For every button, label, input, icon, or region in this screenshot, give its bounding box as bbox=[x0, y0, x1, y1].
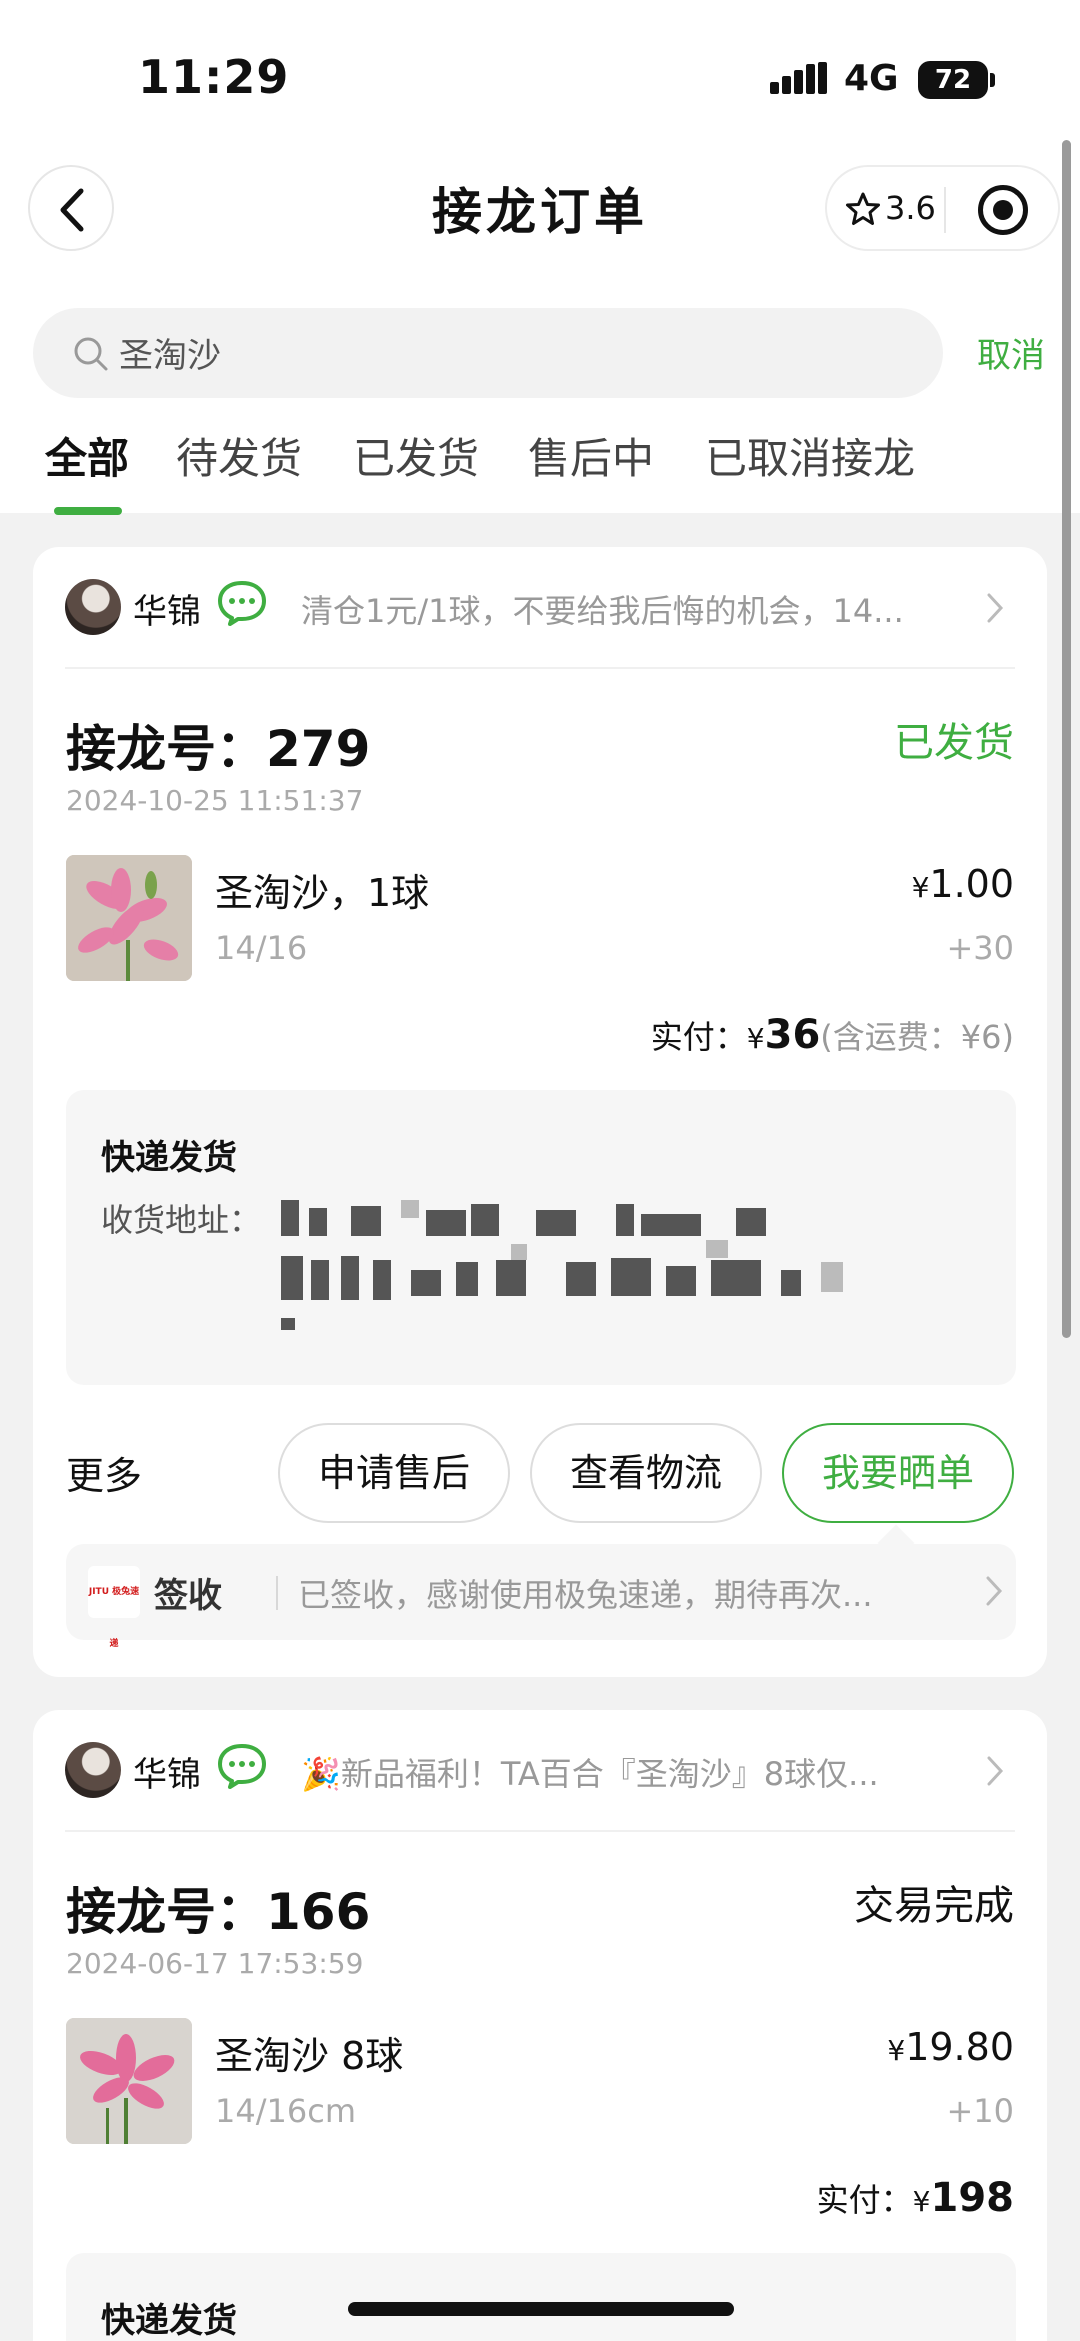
order-number-label: 接龙号： bbox=[66, 720, 266, 778]
product-spec: 14/16cm bbox=[215, 2092, 356, 2130]
product-price: ¥19.80 bbox=[887, 2025, 1014, 2069]
delivery-info: 快递发货 bbox=[66, 2253, 1016, 2341]
tab-all[interactable]: 全部 bbox=[45, 425, 129, 486]
cancel-button[interactable]: 取消 bbox=[977, 328, 1045, 377]
close-miniprogram-icon[interactable] bbox=[978, 185, 1028, 235]
shop-row[interactable]: 华锦 清仓1元/1球，不要给我后悔的机会，14... bbox=[33, 547, 1047, 667]
lily-photo bbox=[66, 855, 192, 981]
tab-shipped[interactable]: 已发货 bbox=[353, 425, 479, 486]
logistics-divider bbox=[276, 1576, 278, 1610]
chat-icon[interactable] bbox=[216, 1742, 268, 1790]
divider bbox=[65, 667, 1015, 669]
order-card[interactable]: 华锦 🎉新品福利！TA百合『圣淘沙』8球仅... 接龙号：166 交易完成 20… bbox=[33, 1710, 1047, 2341]
tab-after-sales[interactable]: 售后中 bbox=[528, 425, 654, 486]
shop-row[interactable]: 华锦 🎉新品福利！TA百合『圣淘沙』8球仅... bbox=[33, 1710, 1047, 1830]
tab-pending-shipment[interactable]: 待发货 bbox=[176, 425, 302, 486]
order-number: 接龙号：166 bbox=[66, 1872, 370, 1944]
mini-program-capsule: 3.6 bbox=[825, 165, 1060, 251]
order-status: 已发货 bbox=[894, 720, 1014, 766]
paid-value: 198 bbox=[930, 2175, 1015, 2221]
chevron-right-icon bbox=[987, 593, 1004, 623]
shipping-fee-note: (含运费：¥6) bbox=[820, 1018, 1014, 1056]
shop-name: 华锦 bbox=[133, 592, 201, 632]
scrollbar[interactable] bbox=[1062, 140, 1071, 1338]
home-indicator[interactable] bbox=[348, 2302, 734, 2316]
signal-icon bbox=[770, 62, 827, 94]
header-area: 11:29 4G 72 接龙订单 3.6 圣淘沙 取消 全部 待发货 已发货 售… bbox=[0, 0, 1080, 515]
delivery-method: 快递发货 bbox=[101, 2301, 237, 2341]
delivery-info: 快递发货 收货地址： bbox=[66, 1090, 1016, 1385]
paid-currency: ¥ bbox=[746, 1022, 765, 1055]
paid-amount: 实付：¥36(含运费：¥6) bbox=[651, 1012, 1014, 1058]
product-quantity: +10 bbox=[946, 2092, 1014, 2130]
tab-bar: 全部 待发货 已发货 售后中 已取消接龙 bbox=[0, 425, 1080, 515]
address-label: 收货地址： bbox=[101, 1201, 262, 1239]
delivery-method: 快递发货 bbox=[101, 1138, 237, 1178]
search-input[interactable]: 圣淘沙 bbox=[119, 328, 221, 377]
chevron-right-icon bbox=[986, 1576, 1003, 1606]
star-icon[interactable] bbox=[845, 191, 881, 227]
product-name: 圣淘沙，1球 bbox=[215, 871, 430, 915]
rating-value[interactable]: 3.6 bbox=[885, 189, 936, 227]
price-value: 1.00 bbox=[929, 862, 1014, 906]
paid-value: 36 bbox=[764, 1012, 821, 1058]
product-image[interactable] bbox=[66, 2018, 192, 2144]
share-review-button[interactable]: 我要晒单 bbox=[782, 1423, 1014, 1523]
product-image[interactable] bbox=[66, 855, 192, 981]
avatar bbox=[65, 579, 121, 635]
courier-logo: JITU 极兔速递 bbox=[88, 1566, 140, 1649]
tab-indicator bbox=[54, 507, 122, 515]
paid-label: 实付： bbox=[816, 2181, 913, 2219]
view-logistics-button[interactable]: 查看物流 bbox=[530, 1423, 762, 1523]
paid-amount: 实付：¥198 bbox=[817, 2175, 1014, 2221]
logistics-status-row[interactable]: JITU 极兔速递 签收 已签收，感谢使用极兔速递，期待再次... bbox=[66, 1544, 1016, 1649]
shop-description: 🎉新品福利！TA百合『圣淘沙』8球仅... bbox=[301, 1755, 879, 1793]
product-quantity: +30 bbox=[946, 929, 1014, 967]
order-time: 2024-06-17 17:53:59 bbox=[66, 1947, 364, 1980]
tab-cancelled[interactable]: 已取消接龙 bbox=[705, 425, 915, 486]
price-value: 19.80 bbox=[905, 2025, 1014, 2069]
order-time: 2024-10-25 11:51:37 bbox=[66, 784, 364, 817]
logistics-state: 签收 bbox=[154, 1576, 222, 1616]
divider bbox=[65, 1830, 1015, 1832]
avatar bbox=[65, 1742, 121, 1798]
product-name: 圣淘沙 8球 bbox=[215, 2034, 404, 2078]
status-bar: 11:29 4G 72 bbox=[0, 0, 1080, 150]
order-number-label: 接龙号： bbox=[66, 1883, 266, 1941]
product-price: ¥1.00 bbox=[912, 862, 1014, 906]
order-number-value: 166 bbox=[266, 1883, 371, 1941]
battery-icon: 72 bbox=[918, 61, 988, 99]
shop-name: 华锦 bbox=[133, 1755, 201, 1795]
shop-description: 清仓1元/1球，不要给我后悔的机会，14... bbox=[301, 592, 904, 630]
network-type: 4G bbox=[844, 58, 899, 99]
product-spec: 14/16 bbox=[215, 929, 308, 967]
paid-label: 实付： bbox=[650, 1018, 747, 1056]
order-card[interactable]: 华锦 清仓1元/1球，不要给我后悔的机会，14... 接龙号：279 已发货 2… bbox=[33, 547, 1047, 1677]
status-time: 11:29 bbox=[138, 50, 290, 104]
order-number: 接龙号：279 bbox=[66, 709, 370, 781]
lily-photo bbox=[66, 2018, 192, 2144]
search-icon bbox=[74, 337, 108, 371]
price-currency: ¥ bbox=[887, 2034, 906, 2067]
chevron-right-icon bbox=[987, 1756, 1004, 1786]
logistics-message: 已签收，感谢使用极兔速递，期待再次... bbox=[298, 1576, 873, 1614]
redacted-address bbox=[281, 1200, 843, 1330]
more-button[interactable]: 更多 bbox=[66, 1445, 142, 1500]
paid-currency: ¥ bbox=[912, 2185, 931, 2218]
order-number-value: 279 bbox=[266, 720, 371, 778]
apply-after-sales-button[interactable]: 申请售后 bbox=[278, 1423, 510, 1523]
price-currency: ¥ bbox=[911, 871, 930, 904]
search-bar[interactable]: 圣淘沙 bbox=[33, 308, 943, 398]
chat-icon[interactable] bbox=[216, 579, 268, 627]
capsule-divider bbox=[944, 187, 946, 233]
battery-tip bbox=[990, 73, 995, 87]
order-status: 交易完成 bbox=[854, 1883, 1014, 1929]
